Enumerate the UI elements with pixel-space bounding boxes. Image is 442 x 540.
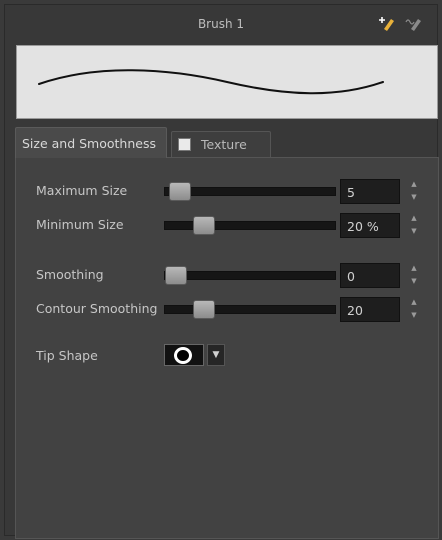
brush-properties-panel: Brush 1 Size and Smoothness Texture Maxi… [4, 4, 439, 539]
minimum-size-row: Minimum Size 20 % ▲ ▼ [16, 212, 438, 238]
maximum-size-row: Maximum Size 5 ▲ ▼ [16, 178, 438, 204]
minimum-size-stepper[interactable]: ▲ ▼ [408, 212, 420, 238]
minimum-size-field[interactable]: 20 % [340, 213, 400, 238]
tab-size-and-smoothness[interactable]: Size and Smoothness [15, 127, 167, 158]
maximum-size-field[interactable]: 5 [340, 179, 400, 204]
contour-smoothing-label: Contour Smoothing [36, 301, 158, 316]
slider-thumb[interactable] [165, 266, 187, 285]
tab-label: Texture [201, 137, 247, 152]
contour-smoothing-slider[interactable] [164, 300, 336, 319]
tip-shape-label: Tip Shape [36, 348, 98, 363]
tab-label: Size and Smoothness [22, 135, 156, 151]
settings-tabs: Size and Smoothness Texture [15, 127, 435, 158]
tab-texture[interactable]: Texture [171, 131, 271, 157]
stroke-preview [16, 45, 438, 119]
slider-thumb[interactable] [193, 216, 215, 235]
contour-smoothing-stepper[interactable]: ▲ ▼ [408, 296, 420, 322]
contour-smoothing-field[interactable]: 20 [340, 297, 400, 322]
smoothing-field[interactable]: 0 [340, 263, 400, 288]
smoothing-label: Smoothing [36, 267, 104, 282]
maximum-size-stepper[interactable]: ▲ ▼ [408, 178, 420, 204]
slider-thumb[interactable] [169, 182, 191, 201]
panel-header: Brush 1 [5, 5, 437, 41]
smoothing-slider[interactable] [164, 266, 336, 285]
texture-checkbox[interactable] [178, 138, 191, 151]
tip-shape-preview[interactable] [164, 344, 204, 366]
chevron-down-icon[interactable]: ▼ [207, 344, 225, 366]
maximum-size-slider[interactable] [164, 182, 336, 201]
contour-smoothing-row: Contour Smoothing 20 ▲ ▼ [16, 296, 438, 322]
smoothing-stepper[interactable]: ▲ ▼ [408, 262, 420, 288]
minimum-size-label: Minimum Size [36, 217, 124, 232]
slider-thumb[interactable] [193, 300, 215, 319]
brush-options-icon[interactable] [405, 16, 423, 32]
tip-shape-selector[interactable]: ▼ [164, 344, 226, 368]
stroke-preview-curve [38, 69, 384, 95]
round-tip-icon [174, 347, 192, 364]
minimum-size-slider[interactable] [164, 216, 336, 235]
maximum-size-label: Maximum Size [36, 183, 128, 198]
brush-title: Brush 1 [197, 17, 245, 31]
smoothing-row: Smoothing 0 ▲ ▼ [16, 262, 438, 288]
size-and-smoothness-pane: Maximum Size 5 ▲ ▼ Minimum Size 20 % ▲ ▼ S… [15, 157, 439, 539]
new-brush-icon[interactable] [379, 16, 397, 32]
